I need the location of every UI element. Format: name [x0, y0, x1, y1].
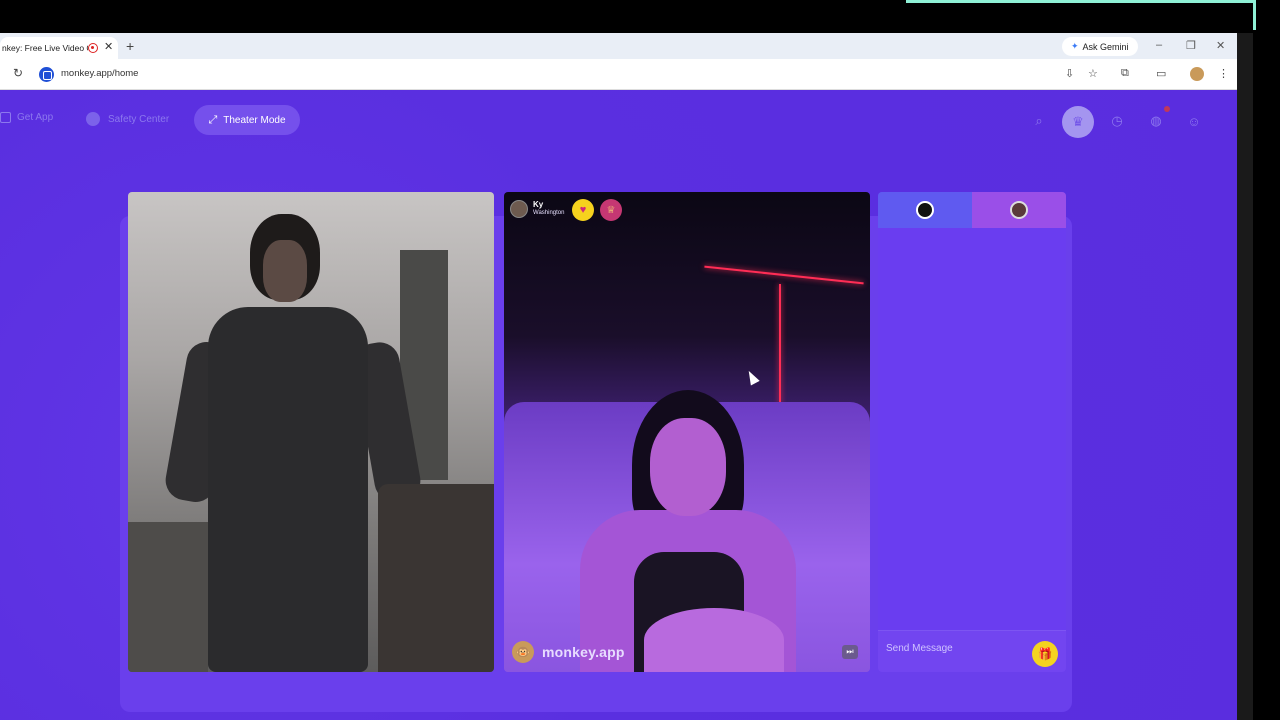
safety-center-link[interactable]: Safety Center [86, 112, 169, 126]
gemini-icon: ✦ [1071, 41, 1079, 51]
person-face [650, 418, 726, 516]
install-app-icon[interactable]: ⇩ [1065, 67, 1074, 80]
peer-name: Ky [533, 200, 544, 209]
url-field[interactable]: monkey.app/home [61, 68, 138, 79]
side-panel-icon[interactable]: ▭ [1156, 67, 1166, 80]
crown-icon[interactable]: ♛ [1062, 106, 1094, 138]
self-avatar [916, 201, 934, 219]
get-app-label: Get App [17, 112, 54, 123]
browser-tab[interactable]: nkey: Free Live Video Ch ✕ [0, 37, 118, 59]
heart-icon[interactable]: ♥ [572, 199, 594, 221]
peer-info[interactable]: Ky Washington [510, 200, 564, 218]
ask-gemini-button[interactable]: ✦ Ask Gemini [1062, 37, 1138, 56]
expand-icon: ⤢ [208, 113, 218, 126]
tab-bar: nkey: Free Live Video Ch ✕ + ✦ Ask Gemin… [0, 33, 1237, 59]
extensions-icon[interactable]: ⧉ [1121, 67, 1129, 80]
tab-title: nkey: Free Live Video Ch [2, 43, 88, 53]
background-furniture [128, 522, 208, 672]
monkey-logo-icon: 🐵 [512, 641, 534, 663]
notification-dot [1164, 106, 1170, 112]
restore-button[interactable]: ❐ [1186, 39, 1196, 52]
skip-icon[interactable]: ⏭ [842, 645, 858, 659]
local-video [128, 192, 494, 672]
chat-tabs [878, 192, 1066, 228]
reload-icon[interactable]: ↻ [13, 66, 23, 80]
address-bar: ↻ monkey.app/home ⇩ ☆ ⧉ ▭ ⋮ [0, 59, 1237, 90]
overlay-frame [906, 0, 1256, 30]
shield-icon [86, 112, 100, 126]
peer-name-block: Ky Washington [533, 201, 564, 217]
screen: nkey: Free Live Video Ch ✕ + ✦ Ask Gemin… [0, 0, 1280, 720]
recording-icon [88, 43, 98, 53]
profile-icon[interactable]: ☺ [1182, 109, 1206, 133]
brand-text: monkey.app [542, 644, 625, 660]
chat-input-row: 🎁 [878, 630, 1066, 672]
chair [378, 484, 494, 672]
close-window-button[interactable]: ✕ [1216, 39, 1225, 52]
profile-avatar[interactable] [1190, 67, 1204, 81]
neon-light [779, 284, 781, 404]
safety-center-label: Safety Center [108, 113, 170, 125]
neon-light [704, 265, 864, 285]
gift-button[interactable]: 🎁 [1032, 641, 1058, 667]
phone-icon [0, 112, 11, 123]
ask-gemini-label: Ask Gemini [1082, 41, 1129, 52]
history-icon[interactable]: ◷ [1105, 109, 1129, 133]
peer-avatar [510, 200, 528, 218]
tab-close-icon[interactable]: ✕ [104, 40, 113, 53]
chat-tab-self[interactable] [878, 192, 972, 228]
gift-badge-icon[interactable]: ♕ [600, 199, 622, 221]
messages-icon[interactable]: ◍ [1144, 109, 1168, 133]
search-icon[interactable]: ⌕ [1027, 109, 1051, 133]
person-face [263, 240, 307, 302]
person-body [208, 307, 368, 672]
peer-location: Washington [533, 210, 565, 216]
site-info-icon[interactable] [39, 67, 54, 82]
message-input[interactable] [886, 637, 1026, 659]
person-knee [644, 608, 784, 672]
browser-menu-icon[interactable]: ⋮ [1218, 67, 1229, 80]
theater-mode-label: Theater Mode [223, 114, 286, 126]
bookmark-star-icon[interactable]: ☆ [1088, 67, 1098, 80]
brand-watermark: 🐵 monkey.app [512, 641, 625, 663]
chat-panel: 🎁 [878, 192, 1066, 672]
remote-video [504, 192, 870, 672]
chat-tab-peer[interactable] [972, 192, 1066, 228]
theater-mode-button[interactable]: ⤢ Theater Mode [194, 105, 300, 135]
new-tab-button[interactable]: + [126, 38, 134, 54]
window-edge [1237, 33, 1253, 720]
get-app-link[interactable]: Get App [0, 112, 53, 123]
peer-chat-avatar [1010, 201, 1028, 219]
minimize-button[interactable]: – [1156, 39, 1162, 51]
